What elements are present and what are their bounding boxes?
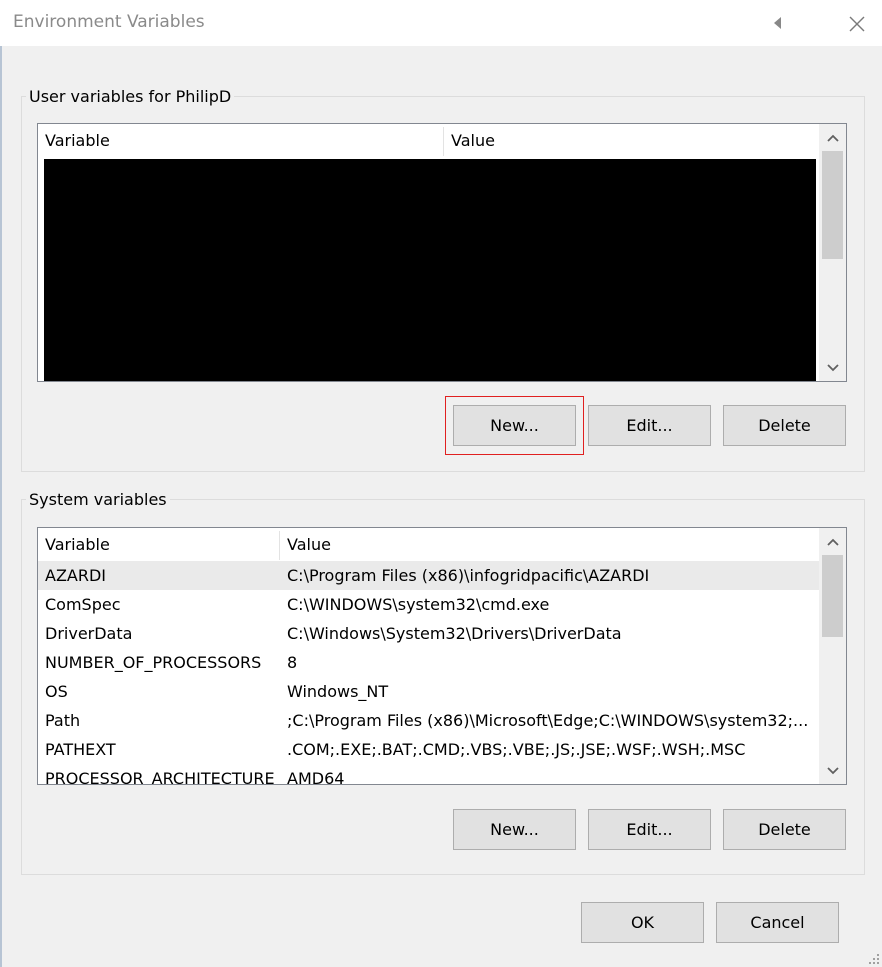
ok-button[interactable]: OK [581, 902, 704, 943]
scroll-down-button[interactable] [819, 759, 846, 783]
value-cell: 8 [287, 653, 298, 672]
variable-cell: OS [45, 682, 68, 701]
variable-cell: DriverData [45, 624, 133, 643]
column-header-value[interactable]: Value [444, 124, 818, 157]
user-variables-label: User variables for PhilipD [26, 87, 235, 106]
scroll-thumb[interactable] [822, 555, 843, 637]
table-row[interactable]: PROCESSOR_ARCHITECTURE AMD64 [38, 764, 819, 785]
vertical-scrollbar[interactable] [819, 528, 846, 784]
table-row[interactable]: DriverData C:\Windows\System32\Drivers\D… [38, 619, 819, 648]
chevron-up-icon [826, 134, 839, 142]
resize-grip-icon[interactable] [866, 951, 880, 965]
caret-left-icon [774, 17, 781, 29]
user-delete-button[interactable]: Delete [723, 405, 846, 446]
environment-variables-dialog: Environment Variables User variables for… [0, 0, 882, 967]
value-cell: C:\WINDOWS\system32\cmd.exe [287, 595, 550, 614]
system-variables-list[interactable]: Variable Value AZARDI C:\Program Files (… [37, 527, 847, 785]
chevron-up-icon [826, 538, 839, 546]
value-cell: .COM;.EXE;.BAT;.CMD;.VBS;.VBE;.JS;.JSE;.… [287, 740, 746, 759]
close-icon[interactable] [844, 11, 870, 37]
column-header-variable[interactable]: Variable [38, 528, 279, 561]
value-cell: ;C:\Program Files (x86)\Microsoft\Edge;C… [287, 711, 809, 730]
scroll-up-button[interactable] [819, 530, 846, 554]
chevron-down-icon [826, 767, 839, 775]
variable-cell: NUMBER_OF_PROCESSORS [45, 653, 262, 672]
value-cell: C:\Windows\System32\Drivers\DriverData [287, 624, 622, 643]
variable-cell: Path [45, 711, 81, 730]
table-row[interactable]: NUMBER_OF_PROCESSORS 8 [38, 648, 819, 677]
scroll-up-button[interactable] [819, 126, 846, 150]
system-variables-label: System variables [26, 490, 170, 509]
system-edit-button[interactable]: Edit... [588, 809, 711, 850]
value-cell: AMD64 [287, 769, 345, 785]
window-edge [0, 46, 2, 967]
list-header: Variable Value [38, 528, 818, 561]
scroll-thumb[interactable] [822, 151, 843, 259]
title-bar: Environment Variables [0, 0, 882, 46]
value-cell: Windows_NT [287, 682, 389, 701]
table-row[interactable]: PATHEXT .COM;.EXE;.BAT;.CMD;.VBS;.VBE;.J… [38, 735, 819, 764]
vertical-scrollbar[interactable] [819, 124, 846, 381]
variable-cell: PATHEXT [45, 740, 116, 759]
variable-cell: AZARDI [45, 566, 107, 585]
value-cell: C:\Program Files (x86)\infogridpacific\A… [287, 566, 650, 585]
table-row[interactable]: OS Windows_NT [38, 677, 819, 706]
list-header: Variable Value [38, 124, 818, 157]
system-delete-button[interactable]: Delete [723, 809, 846, 850]
column-header-variable[interactable]: Variable [38, 124, 443, 157]
table-row[interactable]: Path ;C:\Program Files (x86)\Microsoft\E… [38, 706, 819, 735]
column-header-value[interactable]: Value [280, 528, 818, 561]
system-new-button[interactable]: New... [453, 809, 576, 850]
scroll-down-button[interactable] [819, 356, 846, 380]
variable-cell: ComSpec [45, 595, 121, 614]
redacted-block [44, 159, 816, 381]
table-row[interactable]: AZARDI C:\Program Files (x86)\infogridpa… [38, 561, 819, 590]
variable-cell: PROCESSOR_ARCHITECTURE [45, 769, 275, 785]
chevron-down-icon [826, 364, 839, 372]
user-new-button[interactable]: New... [453, 405, 576, 446]
window-title: Environment Variables [13, 12, 205, 32]
table-row[interactable]: ComSpec C:\WINDOWS\system32\cmd.exe [38, 590, 819, 619]
user-edit-button[interactable]: Edit... [588, 405, 711, 446]
user-variables-list[interactable]: Variable Value [37, 123, 847, 382]
cancel-button[interactable]: Cancel [716, 902, 839, 943]
